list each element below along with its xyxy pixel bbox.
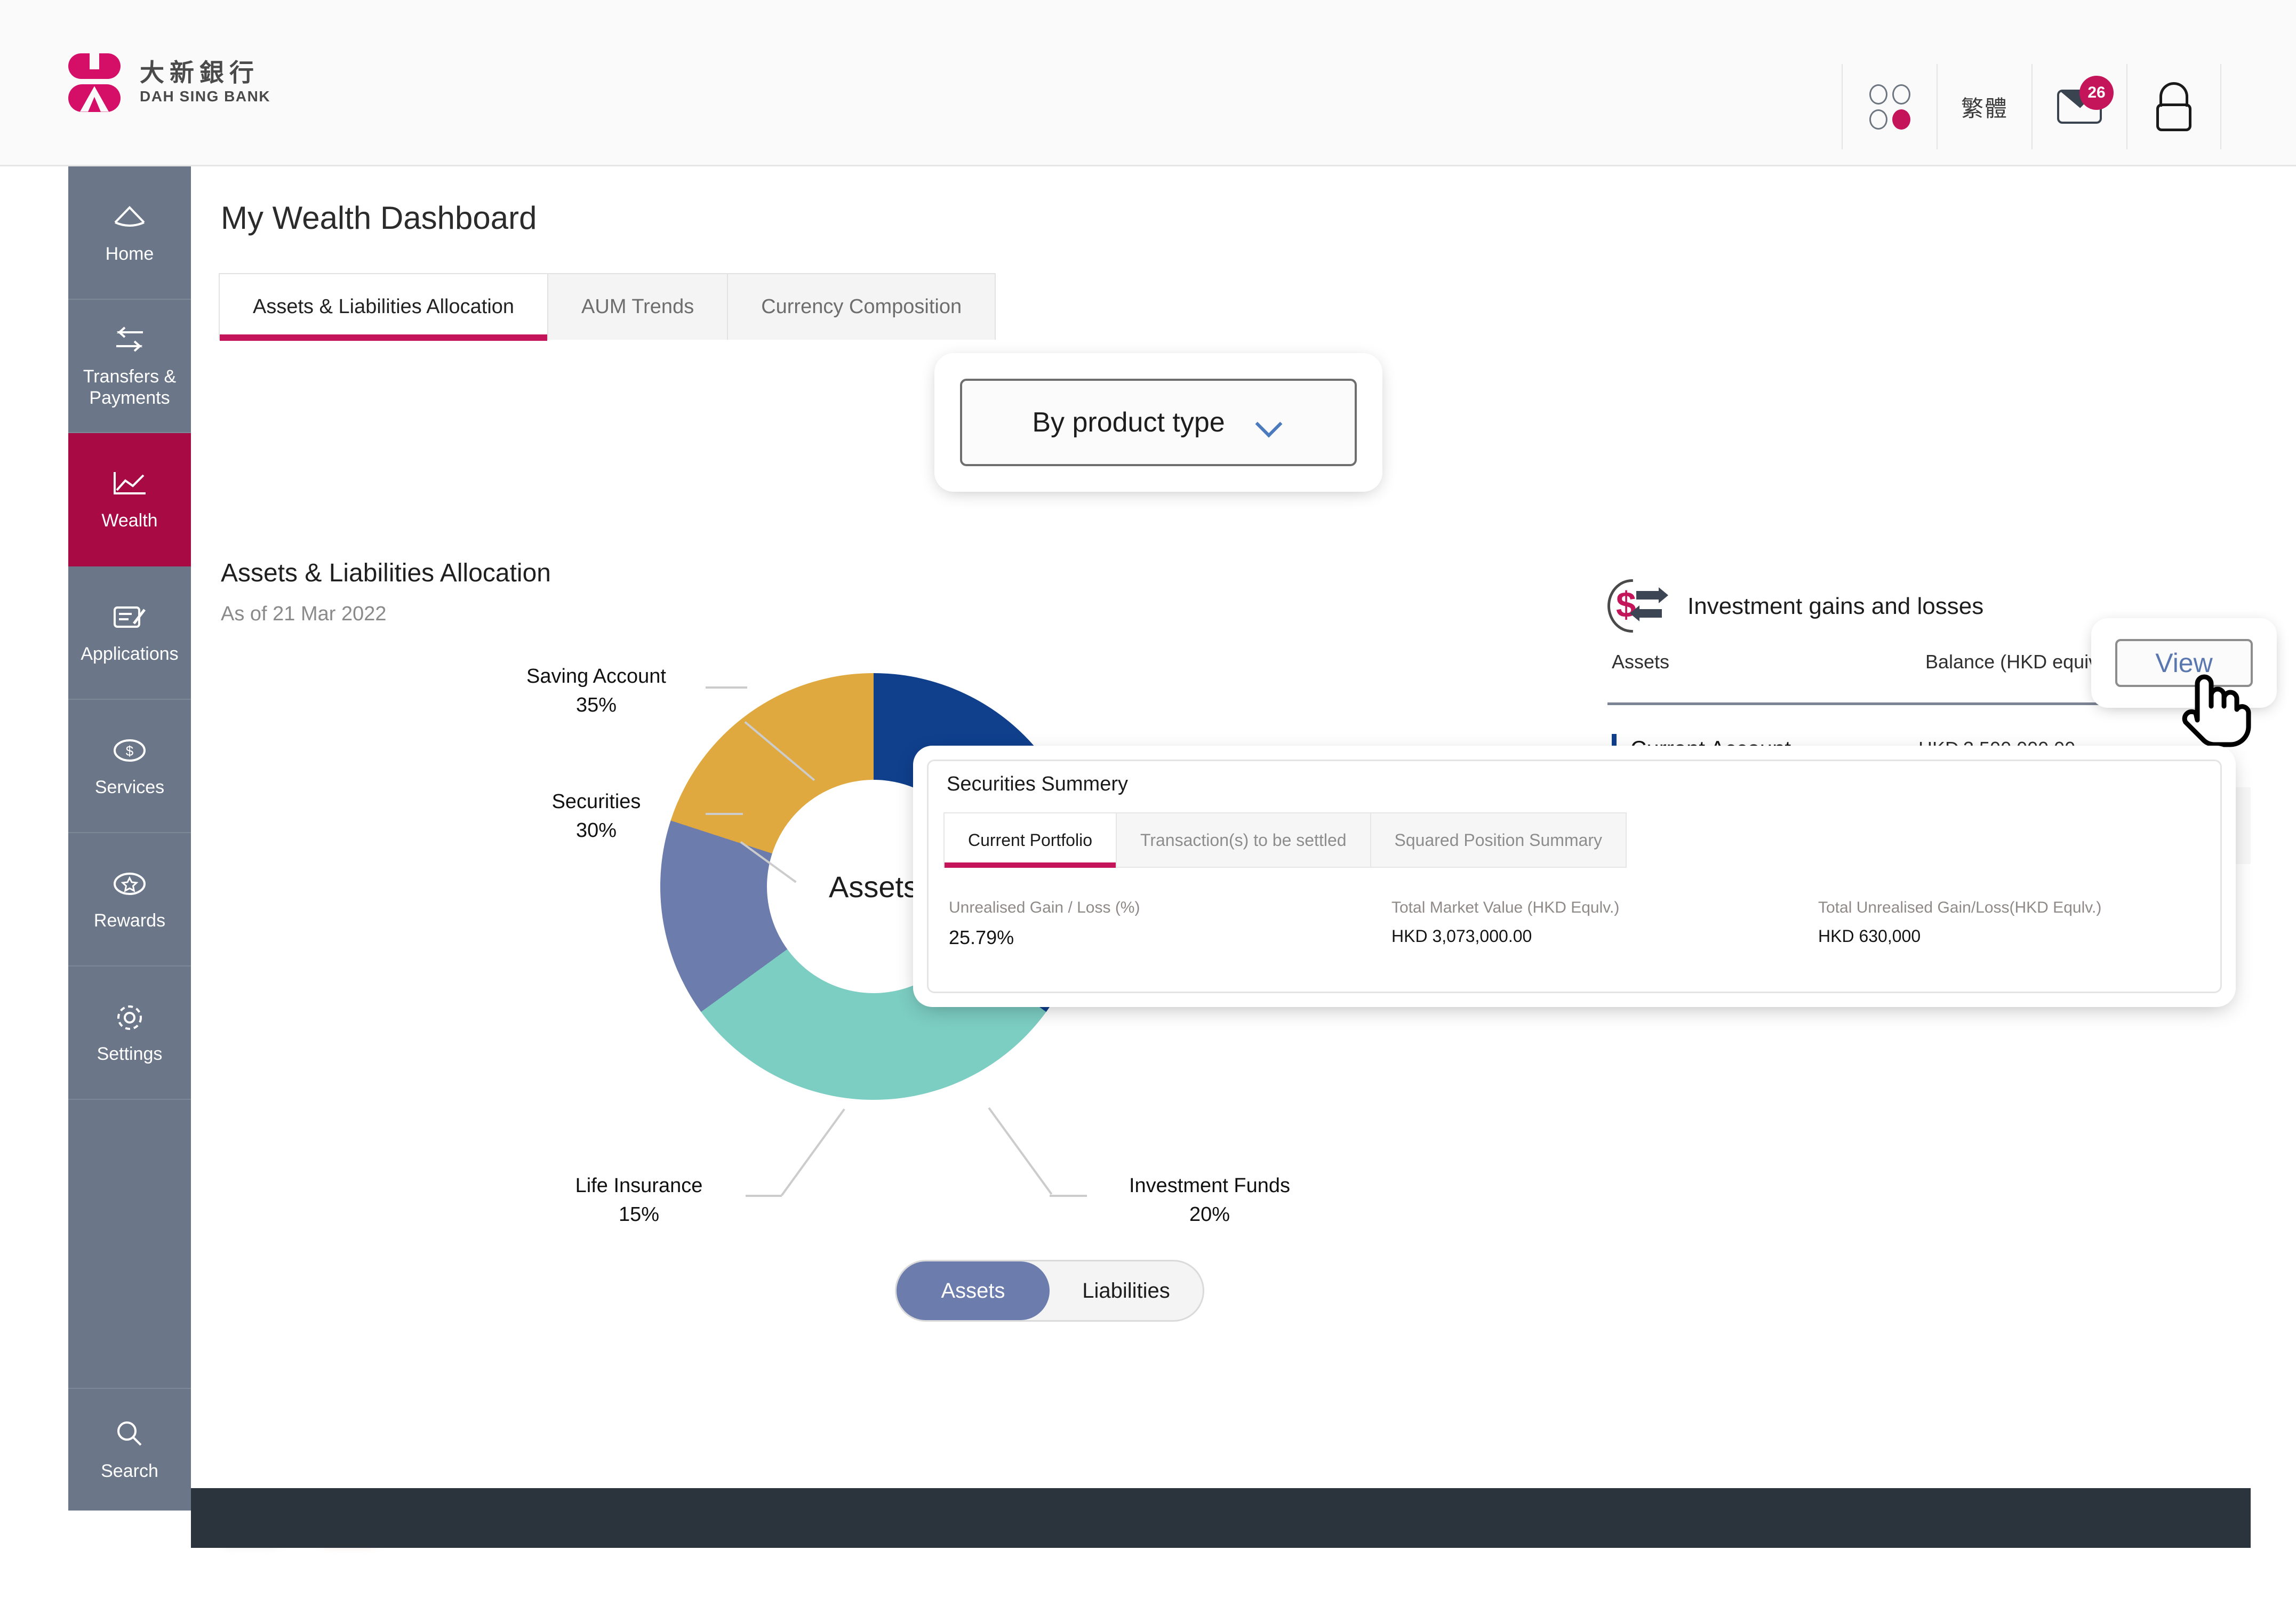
stat-value: HKD 630,000 [1818,926,2101,946]
messages-button[interactable]: 26 [2031,64,2126,149]
product-type-dropdown[interactable]: By product type [960,379,1357,466]
as-of-date: As of 21 Mar 2022 [221,603,387,626]
footer-bar [191,1488,2251,1548]
page-title: My Wealth Dashboard [221,199,537,236]
home-icon [110,201,149,235]
sidebar-item-transfers-payments[interactable]: Transfers & Payments [68,300,191,433]
sidebar-item-label: Wealth [101,510,157,531]
tab-label: Transaction(s) to be settled [1140,830,1347,850]
mail-icon: 26 [2057,90,2102,124]
toggle-label: Assets [941,1279,1005,1303]
dollar-exchange-icon: $ [1607,577,1669,636]
securities-summary-panel: Securities Summery Current Portfolio Tra… [918,751,2230,1002]
logo-text-chinese: 大新銀行 [140,59,270,87]
app-header: 大新銀行 DAH SING BANK 繁體 26 [0,0,2296,166]
tab-label: Current Portfolio [968,830,1092,850]
sidebar-item-rewards[interactable]: Rewards [68,833,191,966]
search-icon [110,1418,149,1452]
securities-summary-stats: Unrealised Gain / Loss (%) 25.79% Total … [949,899,2197,949]
svg-text:$: $ [126,743,134,759]
sidebar-item-label: Rewards [94,910,165,931]
toggle-label: Liabilities [1082,1279,1170,1303]
sidebar-item-search[interactable]: Search [68,1388,191,1511]
sidebar-item-home[interactable]: Home [68,166,191,300]
tab-label: AUM Trends [581,295,694,318]
leader-line-securities [706,813,743,815]
sidebar-item-label: Services [95,777,164,798]
securities-summary-body: Securities Summery Current Portfolio Tra… [927,760,2222,993]
tab-transactions-to-be-settled[interactable]: Transaction(s) to be settled [1116,812,1371,868]
assets-liabilities-toggle: Assets Liabilities [895,1260,1204,1322]
tab-assets-liabilities-allocation[interactable]: Assets & Liabilities Allocation [219,273,548,340]
tab-label: Squared Position Summary [1395,830,1603,850]
tab-label: Currency Composition [761,295,962,318]
investment-gains-title: Investment gains and losses [1687,593,1983,620]
services-dollar-icon: $ [110,734,149,768]
sidebar-item-settings[interactable]: Settings [68,966,191,1100]
sidebar-nav: Home Transfers & Payments Wealth Applica… [68,166,191,1511]
bank-logo[interactable]: 大新銀行 DAH SING BANK [68,53,270,112]
tab-current-portfolio[interactable]: Current Portfolio [943,812,1117,868]
rewards-star-icon [110,867,149,901]
securities-summary-tabs: Current Portfolio Transaction(s) to be s… [943,812,1626,868]
donut-center-label: Assets [829,869,918,904]
sidebar-item-wealth[interactable]: Wealth [68,433,191,566]
dashboard-tabs: Assets & Liabilities Allocation AUM Tren… [219,273,995,340]
pie-label-securities: Securities30% [490,788,703,845]
stat-label: Total Unrealised Gain/Loss(HKD Equlv.) [1818,899,2101,917]
logout-lock-button[interactable] [2126,64,2221,149]
securities-summary-title: Securities Summery [947,773,1128,796]
chevron-down-icon [1257,414,1285,430]
logo-text-english: DAH SING BANK [140,87,270,106]
toggle-option-liabilities[interactable]: Liabilities [1050,1261,1203,1320]
sidebar-item-services[interactable]: $ Services [68,700,191,833]
leader-line-investment-funds-diag [988,1107,1052,1195]
dropdown-selected-value: By product type [1032,406,1225,438]
leader-line-life-insurance-diag [781,1108,845,1196]
stat-value: HKD 3,073,000.00 [1391,926,1818,946]
language-label: 繁體 [1961,91,2008,123]
column-header-assets: Assets [1612,651,1669,673]
language-toggle-button[interactable]: 繁體 [1937,64,2031,149]
pie-label-investment-funds: Investment Funds20% [1098,1172,1322,1229]
sidebar-item-label: Home [106,243,154,265]
column-header-balance-label: Balance (HKD equiv.) [1925,651,2108,673]
stat-total-unrealised-gain-loss: Total Unrealised Gain/Loss(HKD Equlv.) H… [1818,899,2101,949]
sidebar-item-label: Transfers & Payments [68,366,191,409]
pie-label-life-insurance: Life Insurance15% [532,1172,746,1229]
tab-currency-composition[interactable]: Currency Composition [727,273,996,340]
settings-gear-icon [110,1001,149,1035]
sidebar-spacer [68,1100,191,1388]
stat-value: 25.79% [949,926,1391,949]
product-type-dropdown-callout: By product type [940,358,1377,486]
stat-label: Total Market Value (HKD Equlv.) [1391,899,1818,917]
lock-icon [2154,82,2194,131]
pie-label-saving-account: Saving Account35% [490,662,703,720]
stat-total-market-value: Total Market Value (HKD Equlv.) HKD 3,07… [1391,899,1818,949]
wealth-chart-icon [110,467,149,501]
applications-icon [110,601,149,635]
leader-line-saving-account [706,686,747,689]
header-actions: 繁體 26 [1842,64,2221,149]
leader-line-life-insurance [746,1195,782,1197]
transfers-icon [110,323,149,357]
hand-pointer-cursor [2175,660,2255,751]
sidebar-item-label: Applications [81,643,178,665]
stat-unrealised-gain-loss-pct: Unrealised Gain / Loss (%) 25.79% [949,899,1391,949]
dah-sing-logo-mark [68,53,121,112]
toggle-option-assets[interactable]: Assets [897,1261,1050,1320]
section-title: Assets & Liabilities Allocation [221,558,551,588]
tab-aum-trends[interactable]: AUM Trends [547,273,728,340]
sidebar-item-applications[interactable]: Applications [68,566,191,700]
apps-grid-button[interactable] [1842,64,1937,149]
apps-grid-icon [1869,84,1910,130]
investment-gains-header: $ Investment gains and losses [1607,577,1983,636]
message-count-badge: 26 [2079,76,2114,110]
sidebar-item-label: Search [101,1460,158,1482]
tab-squared-position-summary[interactable]: Squared Position Summary [1370,812,1627,868]
sidebar-item-label: Settings [97,1043,163,1065]
tab-label: Assets & Liabilities Allocation [253,295,514,318]
stat-label: Unrealised Gain / Loss (%) [949,899,1391,917]
leader-line-investment-funds [1050,1195,1087,1197]
